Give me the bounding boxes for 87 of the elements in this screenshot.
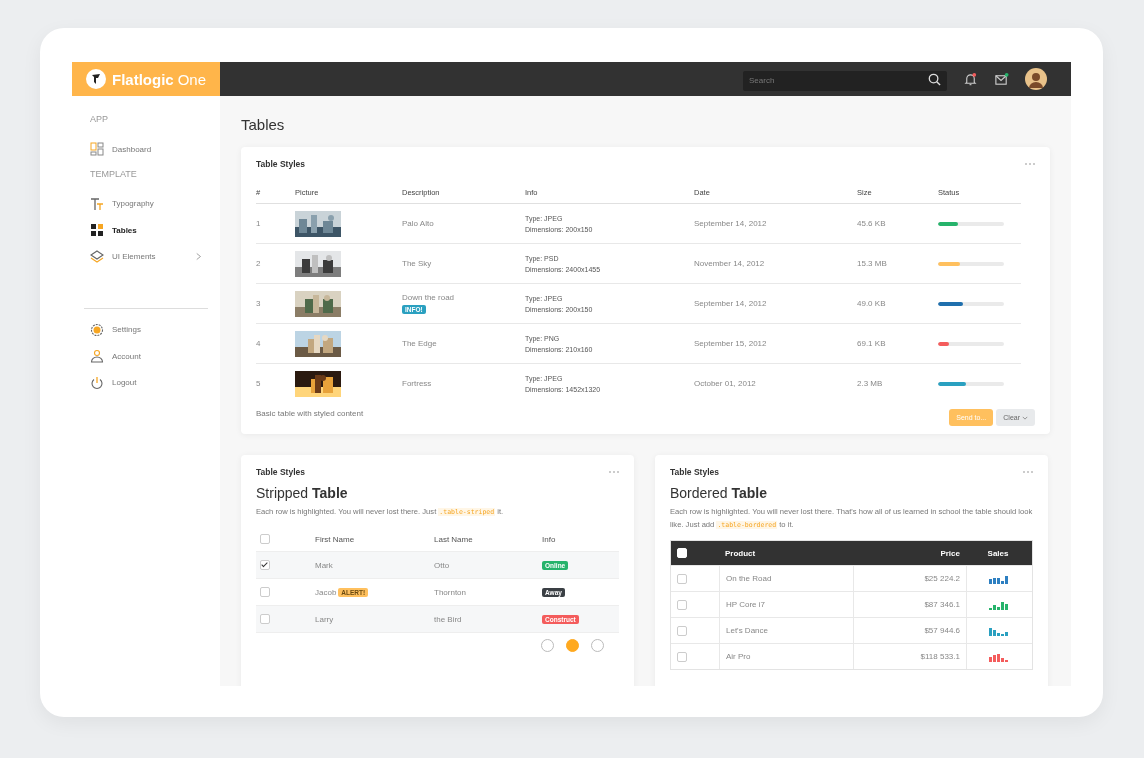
- page-title: Tables: [241, 116, 286, 133]
- status-progress-bar: [938, 341, 1004, 346]
- table-cell-text: October 01, 2012: [694, 379, 757, 388]
- table-cell: Larry: [315, 614, 334, 624]
- card-title: Table Styles: [670, 467, 719, 477]
- dashboard-icon: [90, 142, 104, 156]
- brand-name: Flatlogic: [112, 70, 174, 88]
- chevron-right-icon: [196, 252, 202, 261]
- logout-icon: [90, 375, 104, 390]
- status-progress-bar: [938, 381, 1004, 386]
- table-cell: Mark: [315, 560, 333, 570]
- section-heading: Bordered Table: [670, 485, 768, 501]
- table-cell: Down the road: [402, 293, 455, 302]
- table-cell-text: 2.3 MB: [857, 379, 884, 388]
- table-cell: $118 533.1: [920, 652, 960, 661]
- sidebar-item[interactable]: Tables: [90, 223, 208, 237]
- table-cell: On the Road: [726, 574, 772, 583]
- account-icon: [90, 349, 104, 363]
- sidebar-heading: APP: [90, 114, 109, 124]
- mail-icon[interactable]: [994, 71, 1009, 87]
- table-cell-text: 1: [256, 219, 262, 228]
- table-cell-text: 5: [256, 379, 262, 388]
- sidebar-item[interactable]: Dashboard: [90, 142, 208, 156]
- status-progress-bar: [938, 301, 1004, 306]
- caret-icon: [1022, 415, 1028, 420]
- table-cell-text: September 14, 2012: [694, 219, 768, 228]
- notification-bell-icon[interactable]: [963, 71, 978, 87]
- avatar-icon[interactable]: [1025, 68, 1047, 90]
- status-progress-bar: [938, 261, 1004, 266]
- sidebar-item[interactable]: Account: [90, 349, 208, 363]
- tables-icon: [90, 223, 104, 237]
- settings-icon: [90, 322, 104, 337]
- section-heading: Stripped Table: [256, 485, 349, 501]
- typography-icon: [90, 196, 104, 211]
- table-cell: HP Core i7: [726, 600, 765, 609]
- sidebar-item[interactable]: Settings: [90, 322, 208, 337]
- checkbox[interactable]: [677, 651, 687, 662]
- table-cell: Fortress: [402, 379, 432, 388]
- brand-suffix: One: [177, 70, 207, 88]
- table-cell-text: September 14, 2012: [694, 299, 768, 308]
- checkbox[interactable]: [677, 625, 687, 636]
- checkbox[interactable]: [260, 534, 270, 544]
- table-cell: Jacob: [315, 587, 337, 597]
- checkbox[interactable]: [260, 587, 270, 597]
- column-header: Product: [724, 547, 757, 560]
- table-cell-text: 4: [256, 339, 262, 348]
- checkbox[interactable]: [260, 614, 270, 624]
- table-cell-text: Thornton: [434, 587, 468, 597]
- table-cell: The Sky: [402, 259, 432, 268]
- sidebar-heading: TEMPLATE: [90, 168, 138, 179]
- checkbox[interactable]: [260, 560, 270, 570]
- table-cell: $87 346.1: [924, 600, 960, 609]
- column-header: Price: [939, 547, 961, 560]
- sidebar-item[interactable]: Typography: [90, 196, 208, 211]
- column-header: First Name: [315, 534, 356, 544]
- table-cell-text: 2: [256, 259, 262, 268]
- column-header: Last Name: [434, 534, 474, 544]
- sidebar-item[interactable]: UI Elements: [90, 249, 208, 264]
- table-cell-text: 3: [256, 299, 262, 308]
- checkbox[interactable]: [677, 573, 687, 584]
- page-indicator[interactable]: [566, 639, 579, 652]
- card-title: Table Styles: [256, 159, 305, 169]
- table-cell-text: September 15, 2012: [694, 339, 768, 348]
- table-cell-text: 69.1 KB: [857, 339, 887, 348]
- table-cell: The Edge: [402, 339, 437, 348]
- sidebar-item[interactable]: Logout: [90, 375, 208, 390]
- table-cell: Let's Dance: [726, 626, 768, 635]
- table-cell: $25 224.2: [924, 574, 960, 583]
- logo-icon: [86, 69, 106, 89]
- table-cell-text: November 14, 2012: [694, 259, 766, 268]
- search-field[interactable]: Search: [743, 70, 947, 91]
- table-cell-text: Otto: [434, 560, 451, 570]
- table-cell: Palo Alto: [402, 219, 434, 228]
- table-caption: Basic table with styled content: [256, 409, 364, 418]
- card-title: Table Styles: [256, 467, 305, 477]
- table-cell: Air Pro: [726, 652, 751, 661]
- checkbox[interactable]: [677, 599, 687, 610]
- search-icon: [928, 72, 941, 86]
- status-progress-bar: [938, 221, 1004, 226]
- table-cell-text: the Bird: [434, 614, 463, 624]
- column-header: Sales: [986, 547, 1010, 560]
- table-cell-text: 49.0 KB: [857, 299, 887, 308]
- layers-icon: [90, 249, 104, 264]
- table-cell: $57 944.6: [924, 626, 960, 635]
- table-cell-text: 45.6 KB: [857, 219, 887, 228]
- column-header: Info: [542, 534, 557, 544]
- table-cell-text: 15.3 MB: [857, 259, 888, 268]
